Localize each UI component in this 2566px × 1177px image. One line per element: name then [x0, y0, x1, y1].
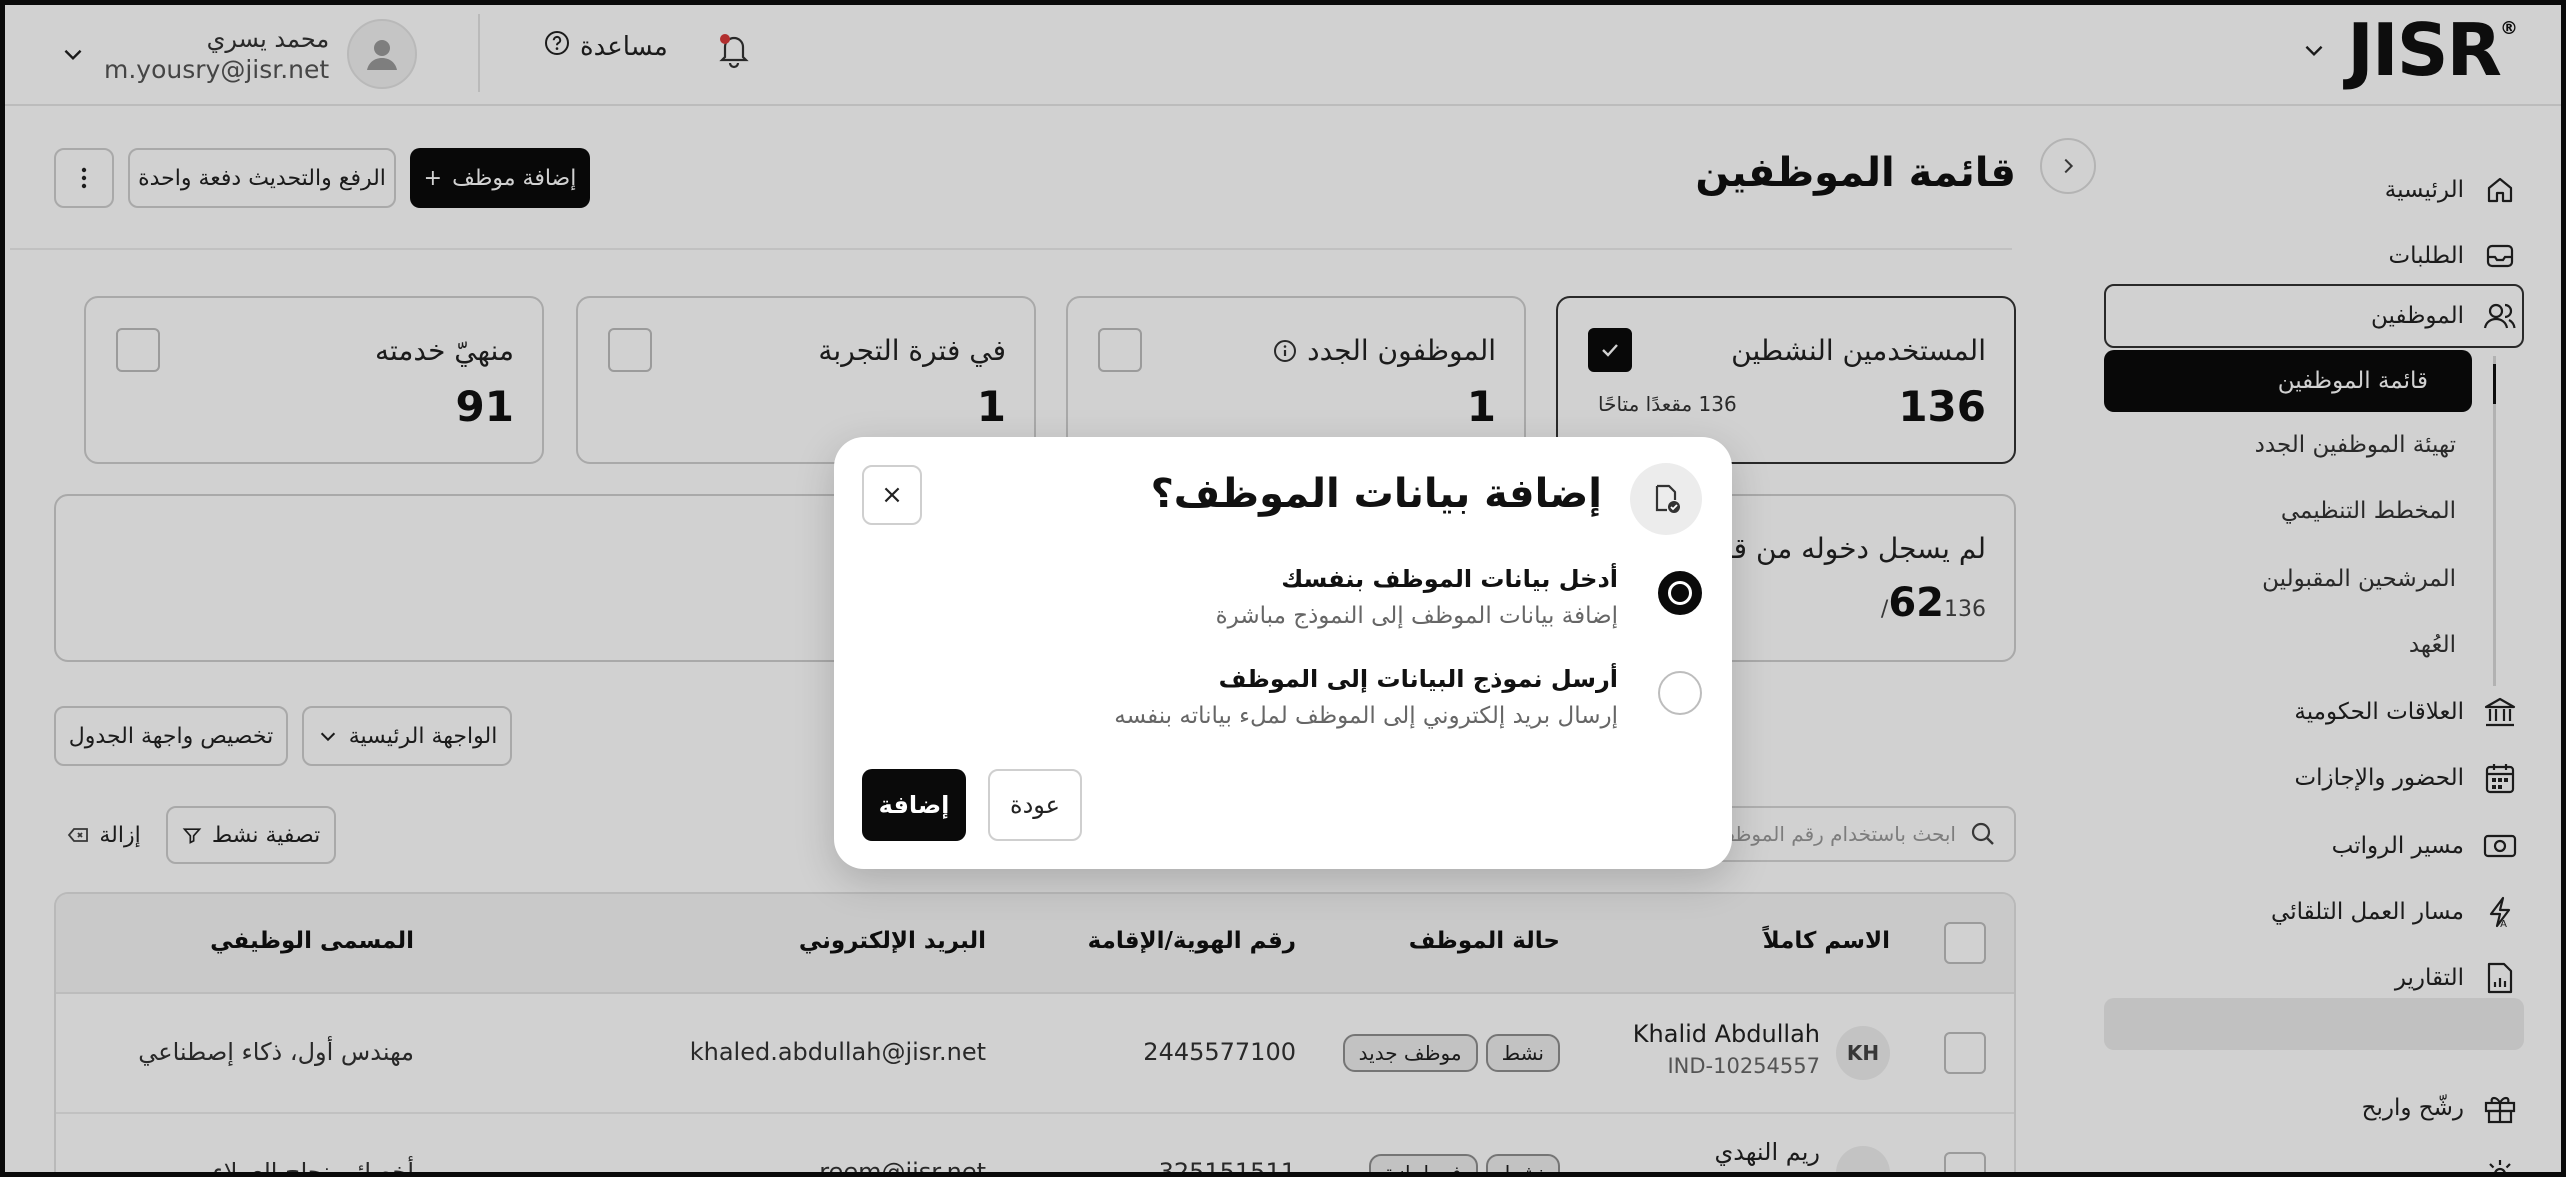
radio-selected[interactable]: [1658, 571, 1702, 615]
add-button[interactable]: إضافة: [862, 769, 966, 841]
option-description: إرسال بريد إلكتروني إلى الموظف لملء بيان…: [1114, 703, 1618, 729]
add-button-label: إضافة: [878, 791, 950, 819]
option-title: أرسل نموذج البيانات إلى الموظف: [1218, 665, 1618, 693]
file-check-icon: [1630, 463, 1702, 535]
option-title: أدخل بيانات الموظف بنفسك: [1281, 565, 1618, 593]
radio-unselected[interactable]: [1658, 671, 1702, 715]
back-button[interactable]: عودة: [988, 769, 1082, 841]
add-employee-data-modal: إضافة بيانات الموظف؟ × أدخل بيانات الموظ…: [834, 437, 1732, 869]
close-icon: ×: [881, 480, 903, 510]
option-description: إضافة بيانات الموظف إلى النموذج مباشرة: [1215, 603, 1618, 629]
back-button-label: عودة: [1010, 791, 1060, 819]
modal-title: إضافة بيانات الموظف؟: [1150, 471, 1602, 517]
modal-close-button[interactable]: ×: [862, 465, 922, 525]
